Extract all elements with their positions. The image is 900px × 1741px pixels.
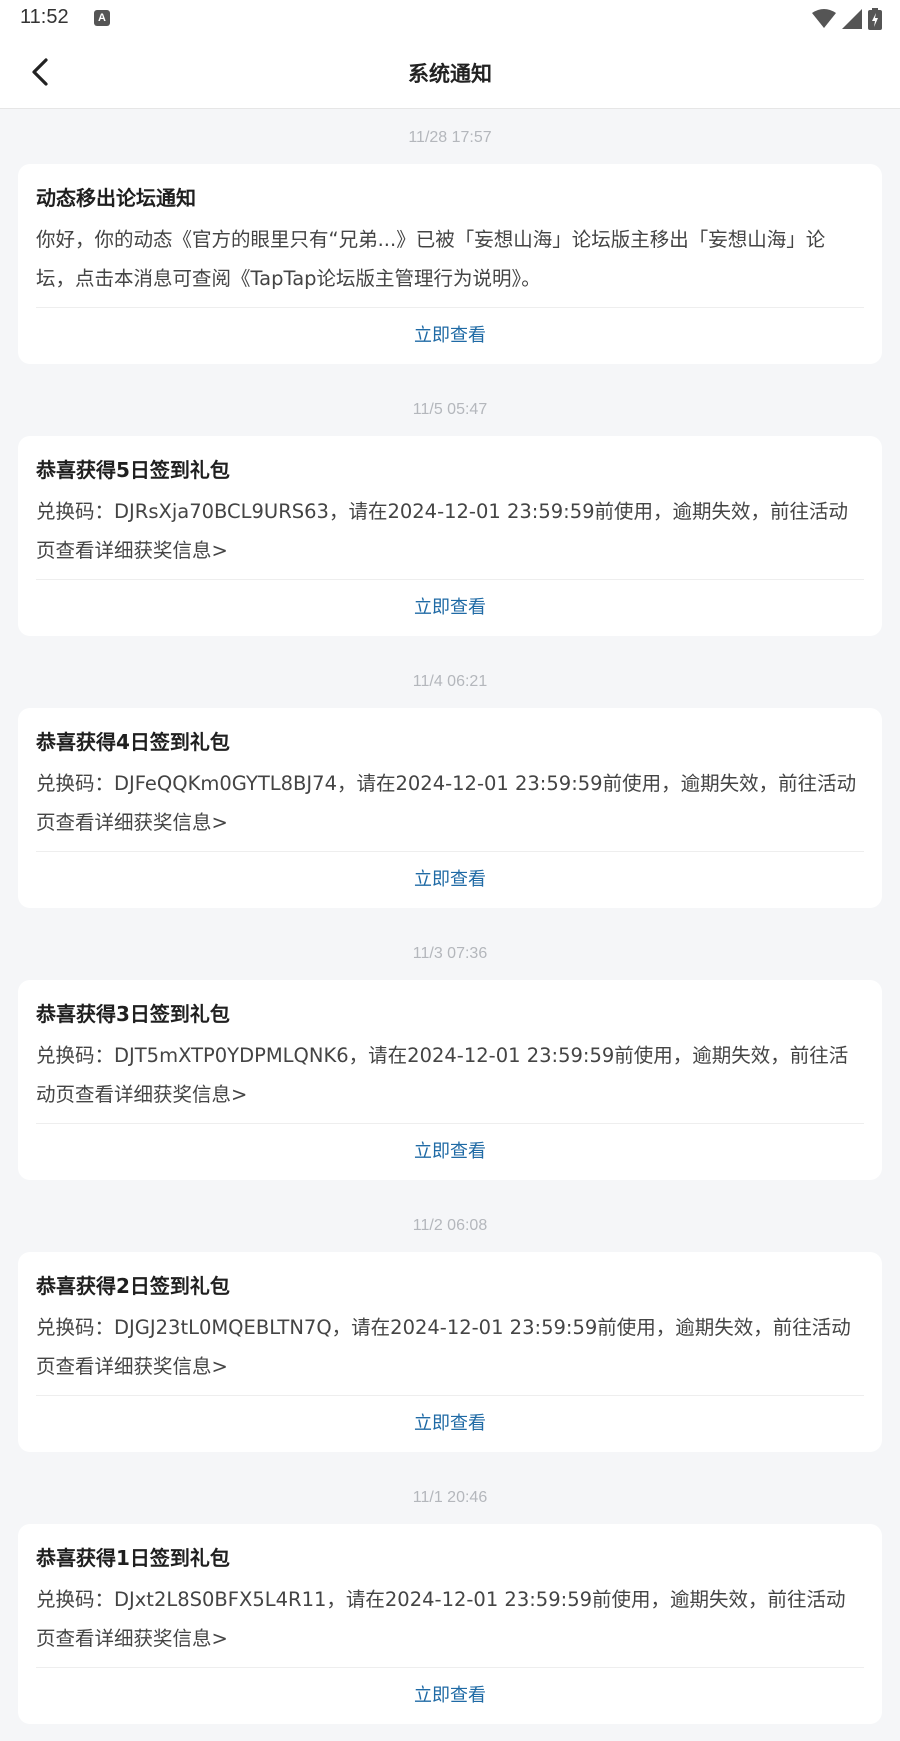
page-title: 系统通知 [408,62,492,86]
notification-title: 恭喜获得4日签到礼包 [36,730,230,754]
notification-time: 11/5 05:47 [412,401,488,418]
notification-time: 11/3 07:36 [412,945,488,962]
status-icons [812,8,882,30]
notification-time: 11/1 20:46 [412,1489,488,1506]
status-time: 11:52 [20,6,69,28]
notification-item: 11/2 06:08 恭喜获得2日签到礼包 兑换码：DJGJ23tL0MQEBL… [0,1197,900,1469]
view-now-button[interactable]: 立即查看 [36,1124,864,1180]
notification-body: 兑换码：DJFeQQKm0GYTL8BJ74，请在2024-12-01 23:5… [36,764,864,852]
notification-card[interactable]: 恭喜获得2日签到礼包 兑换码：DJGJ23tL0MQEBLTN7Q，请在2024… [18,1252,882,1452]
notification-item: 11/1 20:46 恭喜获得1日签到礼包 兑换码：DJxt2L8S0BFX5L… [0,1469,900,1741]
notification-time: 11/4 06:21 [412,673,488,690]
app-header: 系统通知 [0,36,900,109]
notification-item: 11/3 07:36 恭喜获得3日签到礼包 兑换码：DJT5mXTP0YDPML… [0,925,900,1197]
view-now-button[interactable]: 立即查看 [36,580,864,636]
signal-icon [842,9,862,29]
notification-card[interactable]: 恭喜获得3日签到礼包 兑换码：DJT5mXTP0YDPMLQNK6，请在2024… [18,980,882,1180]
wifi-icon [812,9,836,28]
notification-body: 兑换码：DJRsXja70BCL9URS63，请在2024-12-01 23:5… [36,492,864,580]
notification-time: 11/2 06:08 [412,1217,488,1234]
notification-body: 兑换码：DJT5mXTP0YDPMLQNK6，请在2024-12-01 23:5… [36,1036,864,1124]
notification-time: 11/28 17:57 [408,129,492,146]
notification-body: 你好，你的动态《官方的眼里只有“兄弟...》已被「妄想山海」论坛版主移出「妄想山… [36,220,864,308]
notification-card[interactable]: 恭喜获得5日签到礼包 兑换码：DJRsXja70BCL9URS63，请在2024… [18,436,882,636]
battery-icon [868,8,882,30]
view-now-button[interactable]: 立即查看 [36,1396,864,1452]
input-method-icon: A [94,10,110,26]
notification-card[interactable]: 恭喜获得4日签到礼包 兑换码：DJFeQQKm0GYTL8BJ74，请在2024… [18,708,882,908]
notification-body: 兑换码：DJxt2L8S0BFX5L4R11，请在2024-12-01 23:5… [36,1580,864,1668]
notification-body: 兑换码：DJGJ23tL0MQEBLTN7Q，请在2024-12-01 23:5… [36,1308,864,1396]
notification-title: 动态移出论坛通知 [36,186,196,210]
notification-title: 恭喜获得1日签到礼包 [36,1546,230,1570]
notification-item: 11/28 17:57 动态移出论坛通知 你好，你的动态《官方的眼里只有“兄弟.… [0,109,900,381]
notification-feed[interactable]: 11/28 17:57 动态移出论坛通知 你好，你的动态《官方的眼里只有“兄弟.… [0,109,900,1741]
view-now-button[interactable]: 立即查看 [36,1668,864,1724]
notification-card[interactable]: 动态移出论坛通知 你好，你的动态《官方的眼里只有“兄弟...》已被「妄想山海」论… [18,164,882,364]
view-now-button[interactable]: 立即查看 [36,852,864,908]
notification-title: 恭喜获得2日签到礼包 [36,1274,230,1298]
status-bar: 11:52 A [0,0,900,36]
view-now-button[interactable]: 立即查看 [36,308,864,364]
notification-title: 恭喜获得3日签到礼包 [36,1002,230,1026]
notification-item: 11/5 05:47 恭喜获得5日签到礼包 兑换码：DJRsXja70BCL9U… [0,381,900,653]
notification-item: 11/4 06:21 恭喜获得4日签到礼包 兑换码：DJFeQQKm0GYTL8… [0,653,900,925]
notification-card[interactable]: 恭喜获得1日签到礼包 兑换码：DJxt2L8S0BFX5L4R11，请在2024… [18,1524,882,1724]
notification-title: 恭喜获得5日签到礼包 [36,458,230,482]
